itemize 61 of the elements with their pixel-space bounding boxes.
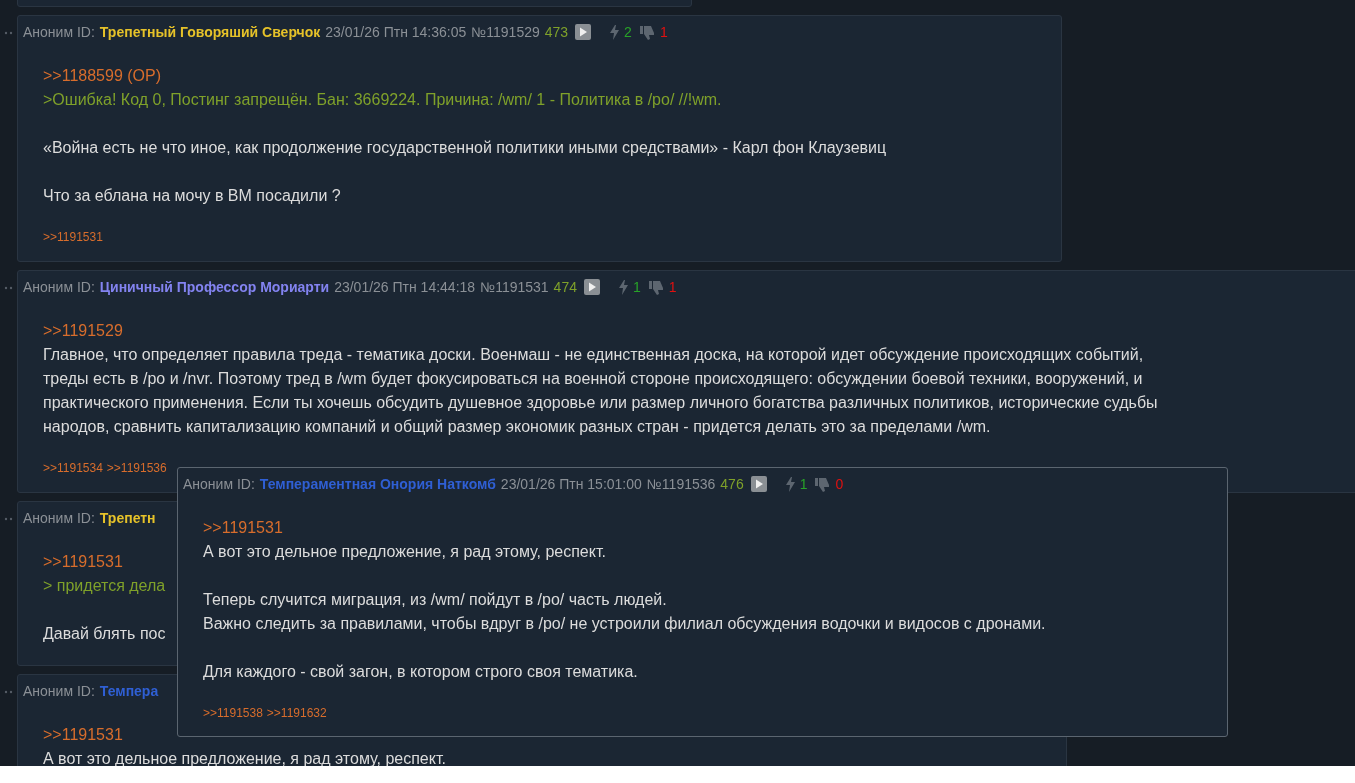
dislike-count: 1 (668, 279, 677, 295)
post-count: 473 (544, 24, 569, 40)
author-label: Аноним ID: (23, 683, 95, 699)
reply-link[interactable]: >>1191632 (266, 706, 327, 720)
lightning-icon[interactable] (785, 476, 795, 492)
post-number[interactable]: №1191529 (471, 24, 540, 40)
post-text: Что за еблана на мочу в ВМ посадили ? (43, 186, 341, 206)
thumbs-down-icon[interactable] (648, 279, 664, 295)
play-icon[interactable] (583, 279, 600, 295)
post-count: 476 (720, 476, 744, 492)
post-text: Теперь случится миграция, из /wm/ пойдут в /po/ часть людей. (203, 590, 667, 610)
poster-name: Циничный Профессор Мориарти (99, 279, 330, 295)
post-count: 474 (553, 279, 577, 295)
like-count: 1 (632, 279, 641, 295)
drag-handle-icon[interactable] (4, 286, 14, 290)
reply-link[interactable]: >>1191536 (106, 461, 167, 475)
post-number[interactable]: №1191531 (480, 279, 549, 295)
quote-text: > придется дела (43, 576, 166, 596)
reply-link[interactable]: >>1191538 (203, 706, 263, 720)
like-count: 2 (624, 24, 632, 40)
post-text: «Война есть не что иное, как продолжение государственной политики иными средствами» - Карл фон Клаузевиц (43, 138, 887, 158)
reply-link[interactable]: >>1191531 (203, 516, 283, 540)
post-date: 23/01/26 Птн 15:01:00 (500, 476, 642, 492)
poster-name: Темпераментная Онория Наткомб (259, 476, 496, 492)
author-label: Аноним ID: (23, 510, 95, 526)
author-label: Аноним ID: (183, 476, 255, 492)
post-date: 23/01/26 Птн 14:36:05 (325, 24, 467, 40)
poster-name: Трепетн (99, 510, 156, 526)
lightning-icon[interactable] (618, 279, 628, 295)
drag-handle-icon[interactable] (4, 517, 14, 521)
play-icon[interactable] (575, 24, 592, 40)
author-label: Аноним ID: (23, 279, 95, 295)
post-text: треды есть в /po и /nvr. Поэтому тред в /wm будет фокусироваться на военной стороне происходящего: обсуждении боевой техники, вооружений, и (43, 369, 1143, 389)
lightning-icon[interactable] (610, 24, 620, 40)
quote-text: >Ошибка! Код 0, Постинг запрещён. Бан: 3669224. Причина: /wm/ 1 - Политика в /po/ //!wm. (43, 90, 722, 110)
post-text: Главное, что определяет правила треда - тематика доски. Военмаш - не единственная доска, на которой идет обсуждение происходящих событий, (43, 345, 1144, 365)
thumbs-down-icon[interactable] (815, 476, 831, 492)
poster-name: Темпера (99, 683, 159, 699)
reply-link[interactable]: >>1191531 (43, 550, 123, 574)
post-text: А вот это дельное предложение, я рад этому, респект. (203, 542, 606, 562)
reply-link[interactable]: >>1191531 (43, 723, 123, 747)
poster-name: Трепетный Говоряший Сверчок (99, 24, 321, 40)
reply-link[interactable]: >>1188599 (OP) (43, 64, 161, 88)
drag-handle-icon[interactable] (4, 690, 14, 694)
like-count: 1 (799, 476, 808, 492)
post-text: практического применения. Если ты хочешь обсудить душевное здоровье или размер личного богатства различных политиков, исторические судьбы (43, 393, 1158, 413)
dislike-count: 1 (659, 24, 668, 40)
thumbs-down-icon[interactable] (639, 24, 655, 40)
post-text: Важно следить за правилами, чтобы вдруг в /po/ не устроили филиал обсуждения водочки и видосов с дронами. (203, 614, 1046, 634)
post-text: Для каждого - свой загон, в котором строго своя тематика. (203, 662, 638, 682)
reply-link[interactable]: >>1191529 (43, 319, 123, 343)
post-date: 23/01/26 Птн 14:44:18 (334, 279, 476, 295)
reply-link[interactable]: >>1191534 (43, 461, 103, 475)
drag-handle-icon[interactable] (4, 31, 14, 35)
play-icon[interactable] (750, 476, 767, 492)
post-text: Давай блять пос (43, 624, 166, 644)
author-label: Аноним ID: (23, 24, 95, 40)
post-text: народов, сравнить капитализацию компаний и общий размер экономик разных стран - придется делать это за пределами /wm. (43, 417, 991, 437)
reply-link[interactable]: >>1191531 (43, 230, 103, 244)
post-number[interactable]: №1191536 (646, 476, 716, 492)
dislike-count: 0 (835, 476, 844, 492)
